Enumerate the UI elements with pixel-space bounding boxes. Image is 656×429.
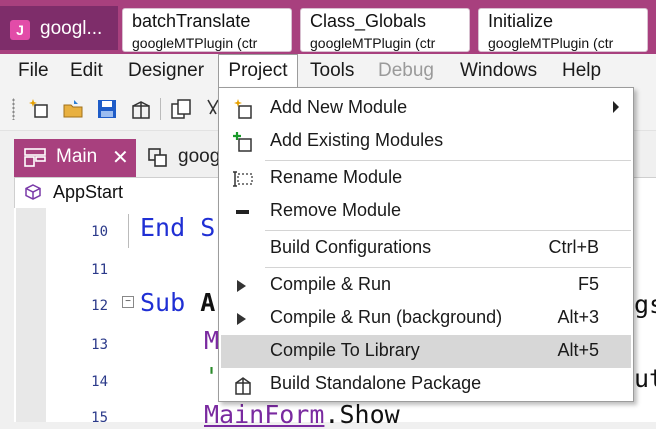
line-number: 10 [91, 224, 108, 240]
app-tab-label: googl... [40, 18, 103, 39]
menu-help[interactable]: Help [552, 54, 611, 88]
doc-tab-subtitle: googleMTPlugin (ctr [132, 35, 258, 51]
menu-separator [265, 160, 631, 161]
collapse-toggle[interactable]: − [122, 296, 134, 308]
menu-item-shortcut: Alt+3 [557, 307, 599, 327]
menu-item-remove-module[interactable]: Remove Module [219, 195, 633, 228]
tab-main[interactable]: Main ✕ [14, 139, 136, 177]
remove-module-icon [236, 210, 249, 214]
menu-item-shortcut: Alt+5 [557, 340, 599, 360]
code-fragment: ut [634, 364, 656, 393]
open-folder-icon[interactable] [62, 98, 84, 120]
menu-designer[interactable]: Designer [118, 54, 214, 88]
code-fragment: gs [634, 290, 656, 319]
doc-tab-initialize[interactable]: Initialize googleMTPlugin (ctr [478, 8, 648, 52]
code-keyword: Sub [140, 288, 186, 317]
play-icon [237, 313, 246, 325]
menu-windows[interactable]: Windows [450, 54, 547, 88]
app-tab[interactable]: J googl... [0, 6, 118, 50]
menu-item-shortcut: F5 [577, 274, 599, 294]
rename-module-icon [233, 171, 253, 187]
code-member: .Show [324, 400, 400, 429]
block-guide [128, 214, 129, 248]
menu-debug[interactable]: Debug [368, 54, 444, 88]
class-module-icon [148, 148, 167, 167]
menu-item-build-standalone-package[interactable]: Build Standalone Package [219, 368, 633, 401]
add-new-module-icon [234, 99, 252, 119]
close-icon[interactable]: ✕ [112, 145, 129, 170]
line-number: 15 [91, 410, 108, 426]
menu-item-label: Rename Module [270, 167, 403, 187]
menu-item-label: Build Standalone Package [270, 373, 482, 393]
code-identifier: A [200, 288, 216, 317]
doc-tab-title: batchTranslate [132, 11, 251, 31]
menu-item-label: Compile & Run [270, 274, 392, 294]
play-icon [237, 280, 246, 292]
menu-item-label: Build Configurations [270, 237, 432, 257]
menu-separator [265, 230, 631, 231]
copy-icon[interactable] [170, 98, 192, 120]
code-line: Sub A [140, 288, 215, 317]
code-line: End S [140, 213, 216, 242]
menu-item-shortcut: Ctrl+B [548, 237, 599, 257]
code-identifier: MainForm [204, 400, 325, 429]
new-module-icon[interactable] [28, 98, 50, 120]
doc-tab-batchtranslate[interactable]: batchTranslate googleMTPlugin (ctr [122, 8, 292, 52]
menu-item-add-new-module[interactable]: Add New Module [219, 92, 633, 125]
menu-item-compile-run-background[interactable]: Compile & Run (background) Alt+3 [219, 302, 633, 335]
menu-item-label: Remove Module [270, 200, 402, 220]
doc-tab-class-globals[interactable]: Class_Globals googleMTPlugin (ctr [300, 8, 470, 52]
add-existing-modules-icon [233, 132, 252, 152]
menu-item-label: Compile To Library [270, 340, 420, 360]
editor-gutter [16, 208, 46, 422]
line-number: 13 [91, 337, 108, 353]
menu-separator [265, 267, 631, 268]
code-line: M [204, 326, 220, 355]
menu-file[interactable]: File [8, 54, 59, 88]
toolbar-grip[interactable] [12, 98, 15, 120]
app-logo: J [10, 20, 30, 40]
menu-item-add-existing-modules[interactable]: Add Existing Modules [219, 125, 633, 158]
toolbar-separator [160, 98, 161, 120]
menu-item-compile-run[interactable]: Compile & Run F5 [219, 269, 633, 302]
doc-tab-title: Class_Globals [310, 11, 427, 31]
module-selector-value: AppStart [53, 182, 124, 202]
package-icon[interactable] [130, 98, 152, 120]
code-line: MainForm.Show [204, 400, 400, 429]
submenu-arrow-icon [613, 101, 619, 113]
doc-tab-subtitle: googleMTPlugin (ctr [310, 35, 436, 51]
project-menu-dropdown: Add New Module Add Existing Modules Rena… [218, 87, 634, 402]
save-icon[interactable] [96, 98, 118, 120]
menu-bar: File Edit Designer Project Tools Debug W… [0, 54, 656, 89]
tab-googlemtplugin-label: goog [178, 146, 221, 167]
tab-main-label: Main [56, 146, 98, 167]
menu-tools[interactable]: Tools [300, 54, 364, 88]
code-comment: ' [204, 362, 220, 391]
menu-item-compile-to-library[interactable]: Compile To Library Alt+5 [221, 335, 631, 368]
menu-item-label: Compile & Run (background) [270, 307, 503, 327]
menu-edit[interactable]: Edit [60, 54, 113, 88]
line-number: 11 [91, 262, 108, 278]
menu-item-label: Add New Module [270, 97, 408, 117]
module-icon [25, 184, 41, 200]
line-number: 12 [91, 298, 108, 314]
menu-item-label: Add Existing Modules [270, 130, 444, 150]
doc-tab-title: Initialize [488, 11, 554, 31]
menu-item-build-configurations[interactable]: Build Configurations Ctrl+B [219, 232, 633, 265]
package-icon [235, 377, 251, 395]
menu-project[interactable]: Project [218, 54, 298, 89]
menu-item-rename-module[interactable]: Rename Module [219, 162, 633, 195]
form-designer-icon [24, 148, 46, 167]
doc-tab-subtitle: googleMTPlugin (ctr [488, 35, 614, 51]
line-number: 14 [91, 374, 108, 390]
